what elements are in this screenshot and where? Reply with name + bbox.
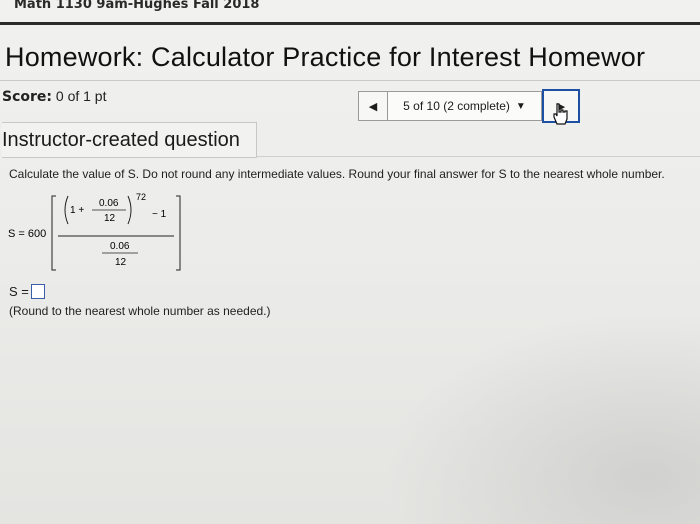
inner-denominator: 12 — [104, 213, 116, 224]
question-divider — [256, 156, 700, 157]
homework-title: Homework: Calculator Practice for Intere… — [5, 42, 646, 72]
inner-numerator: 0.06 — [99, 198, 119, 209]
hand-cursor-icon — [553, 103, 568, 125]
formula-lhs: S = 600 — [8, 228, 46, 240]
answer-row: S = — [9, 284, 45, 299]
caret-down-icon: ▼ — [515, 100, 526, 112]
answer-label: S = — [9, 284, 29, 299]
score-value: 0 of 1 pt — [55, 88, 107, 104]
left-bracket — [51, 195, 56, 271]
right-bracket — [176, 195, 181, 271]
right-paren — [127, 195, 132, 225]
outer-denominator: 12 — [115, 257, 127, 268]
formula: S = 600 1 + 0.06 12 72 − 1 0.06 12 — [8, 192, 181, 271]
question-selector[interactable]: 5 of 10 (2 complete) ▼ — [387, 91, 542, 121]
answer-input[interactable] — [30, 284, 45, 299]
score: Score: 0 of 1 pt — [2, 88, 106, 105]
rounding-hint: (Round to the nearest whole number as ne… — [9, 304, 271, 318]
course-title: Math 1130 9am-Hughes Fall 2018 — [14, 0, 260, 12]
outer-numerator: 0.06 — [110, 241, 130, 252]
question-navigator: ◀ 5 of 10 (2 complete) ▼ ▶ — [358, 89, 580, 125]
question-type-label: Instructor-created question — [2, 122, 257, 158]
course-divider — [0, 22, 700, 25]
left-paren — [64, 195, 69, 225]
previous-question-button[interactable]: ◀ — [358, 91, 387, 121]
title-divider — [0, 80, 700, 81]
exponent: 72 — [136, 192, 146, 202]
inner-prefix: 1 + — [70, 205, 84, 216]
minus-one: − 1 — [152, 209, 167, 220]
next-question-button[interactable]: ▶ — [542, 89, 580, 125]
score-label: Score: — [2, 89, 52, 105]
question-position: 5 of 10 (2 complete) — [403, 99, 510, 113]
question-prompt: Calculate the value of S. Do not round a… — [9, 167, 665, 181]
caret-left-icon: ◀ — [368, 100, 378, 113]
screen-glare — [340, 284, 700, 524]
